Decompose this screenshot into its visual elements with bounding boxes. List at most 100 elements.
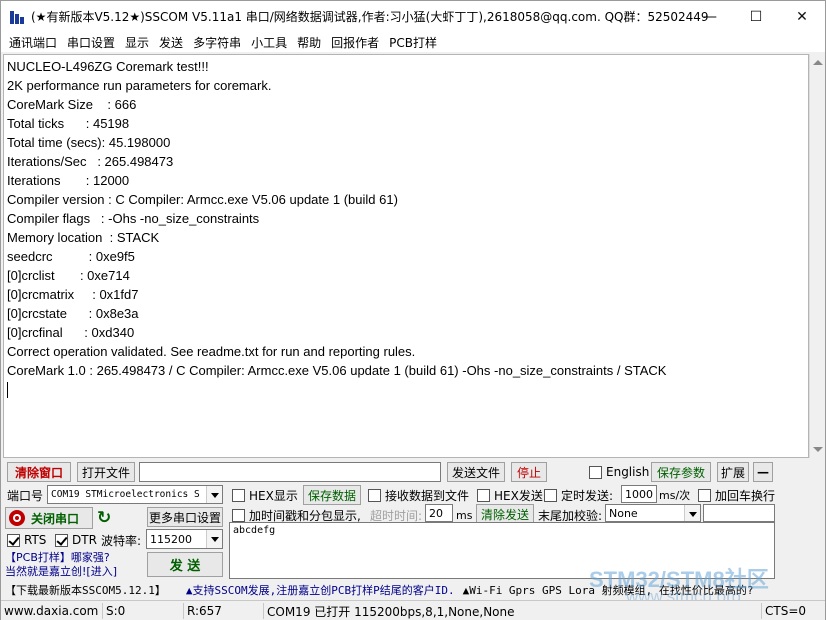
file-path-input[interactable] [139,462,441,482]
stop-button[interactable]: 停止 [511,462,547,482]
interval-input[interactable]: 1000 [621,485,657,503]
dtr-checkbox[interactable] [55,533,68,547]
open-file-button[interactable]: 打开文件 [77,462,135,482]
dtr-label: DTR [72,533,97,547]
recv-to-file-option[interactable]: 接收数据到文件 [368,487,469,503]
chevron-down-icon[interactable] [206,530,222,548]
menu-multi-string[interactable]: 多字符串 [188,34,246,51]
terminal-line: Correct operation validated. See readme.… [7,344,416,359]
menu-comm-port[interactable]: 通讯端口 [4,34,62,51]
terminal-line: CoreMark 1.0 : 265.498473 / C Compiler: … [7,363,667,378]
port-select[interactable]: COM19 STMicroelectronics S [47,485,223,504]
menu-send[interactable]: 发送 [154,34,188,51]
receive-terminal[interactable]: NUCLEO-L496ZG Coremark test!!! 2K perfor… [3,54,809,458]
text-caret [7,382,8,398]
port-value: COM19 STMicroelectronics S [51,489,200,500]
download-link[interactable]: 【下载最新版本SSCOM5.12.1】 [5,582,166,598]
timestamp-option[interactable]: 加时间戳和分包显示, [232,507,361,523]
status-received-count: R:657 [183,603,263,619]
terminal-line: 2K performance run parameters for corema… [7,78,272,93]
status-sent-count: S:0 [102,603,183,619]
clear-send-button[interactable]: 清除发送 [476,504,534,524]
english-label: English [606,465,650,479]
terminal-line: [0]crcfinal : 0xd340 [7,325,135,340]
timed-send-label: 定时发送: [561,488,614,503]
hex-send-option[interactable]: HEX发送 [477,487,543,503]
status-cts: CTS=0 [761,603,825,619]
pcb-ad-line2[interactable]: 当然就是嘉立创![进入] [5,564,117,578]
close-port-label: 关闭串口 [31,511,80,526]
terminal-line: Iterations : 12000 [7,173,130,188]
menu-display[interactable]: 显示 [120,34,154,51]
hex-display-checkbox[interactable] [232,488,245,502]
minimize-button[interactable]: — [687,1,733,32]
send-area-side-panel [775,522,825,579]
hex-display-option[interactable]: HEX显示 [232,487,298,503]
pcb-ad-line1[interactable]: 【PCB打样】哪家强? [5,550,110,564]
terminal-line: Memory location : STACK [7,230,160,245]
hex-send-label: HEX发送 [494,488,543,503]
timeout-unit: ms [456,508,473,522]
menu-pcb[interactable]: PCB打样 [384,34,442,51]
status-site[interactable]: www.daxia.com [1,603,102,619]
sscom-window: (★有新版本V5.12★)SSCOM V5.11a1 串口/网络数据调试器,作者… [0,0,826,620]
refresh-icon[interactable]: ↻ [97,508,111,528]
title-bar: (★有新版本V5.12★)SSCOM V5.11a1 串口/网络数据调试器,作者… [1,1,825,32]
timestamp-label: 加时间戳和分包显示, [249,508,361,523]
support-link[interactable]: ▲支持SSCOM发展,注册嘉立创PCB打样P结尾的客户ID. [186,582,455,598]
add-crlf-checkbox[interactable] [698,488,711,502]
send-file-button[interactable]: 发送文件 [447,462,505,482]
timeout-input[interactable]: 20 [425,504,453,522]
terminal-line: NUCLEO-L496ZG Coremark test!!! [7,59,209,74]
collapse-button[interactable]: — [753,462,773,482]
timeout-label: 超时时间: [370,508,423,523]
clear-window-button[interactable]: 清除窗口 [7,462,71,482]
menu-port-settings[interactable]: 串口设置 [62,34,120,51]
terminal-line: [0]crcmatrix : 0x1fd7 [7,287,139,302]
timestamp-checkbox[interactable] [232,508,245,522]
save-params-button[interactable]: 保存参数 [651,462,711,482]
record-icon [9,510,25,526]
checksum-select[interactable]: None [605,504,701,522]
dtr-option[interactable]: DTR [55,532,97,548]
expand-button[interactable]: 扩展 [717,462,749,482]
menu-help[interactable]: 帮助 [292,34,326,51]
recv-to-file-checkbox[interactable] [368,488,381,502]
more-port-settings-button[interactable]: 更多串口设置 [147,507,223,527]
hex-display-label: HEX显示 [249,488,298,503]
maximize-button[interactable]: ☐ [733,1,779,32]
timed-send-checkbox[interactable] [544,488,557,502]
chevron-down-icon[interactable] [206,486,222,503]
scroll-up-icon[interactable] [813,60,823,65]
interval-unit: ms/次 [659,489,691,502]
terminal-line: Total ticks : 45198 [7,116,130,131]
app-icon [9,9,25,25]
chevron-down-icon[interactable] [684,505,700,521]
menu-feedback[interactable]: 回报作者 [326,34,384,51]
english-option[interactable]: English [589,464,649,480]
english-checkbox[interactable] [589,465,602,479]
timed-send-option[interactable]: 定时发送: [544,487,613,503]
add-crlf-option[interactable]: 加回车换行 [698,487,775,503]
status-port-info: COM19 已打开 115200bps,8,1,None,None [263,603,761,619]
hex-send-checkbox[interactable] [477,488,490,502]
terminal-line: seedcrc : 0xe9f5 [7,249,135,264]
menu-tools[interactable]: 小工具 [246,34,292,51]
close-port-button[interactable]: 关闭串口 [5,507,93,529]
checksum-extra-field[interactable] [703,504,775,522]
baud-value: 115200 [150,532,192,546]
save-data-button[interactable]: 保存数据 [303,485,361,505]
send-button[interactable]: 发 送 [147,552,223,577]
rts-checkbox[interactable] [7,533,20,547]
rts-label: RTS [24,533,47,547]
scroll-down-icon[interactable] [813,447,823,452]
rts-option[interactable]: RTS [7,532,46,548]
terminal-line: Total time (secs): 45.198000 [7,135,171,150]
baud-select[interactable]: 115200 [146,529,223,549]
close-button[interactable]: ✕ [779,1,825,32]
terminal-scrollbar[interactable] [809,54,825,458]
baud-label: 波特率: [101,533,142,548]
terminal-line: CoreMark Size : 666 [7,97,137,112]
terminal-line: [0]crcstate : 0x8e3a [7,306,139,321]
port-label: 端口号 [7,488,44,503]
